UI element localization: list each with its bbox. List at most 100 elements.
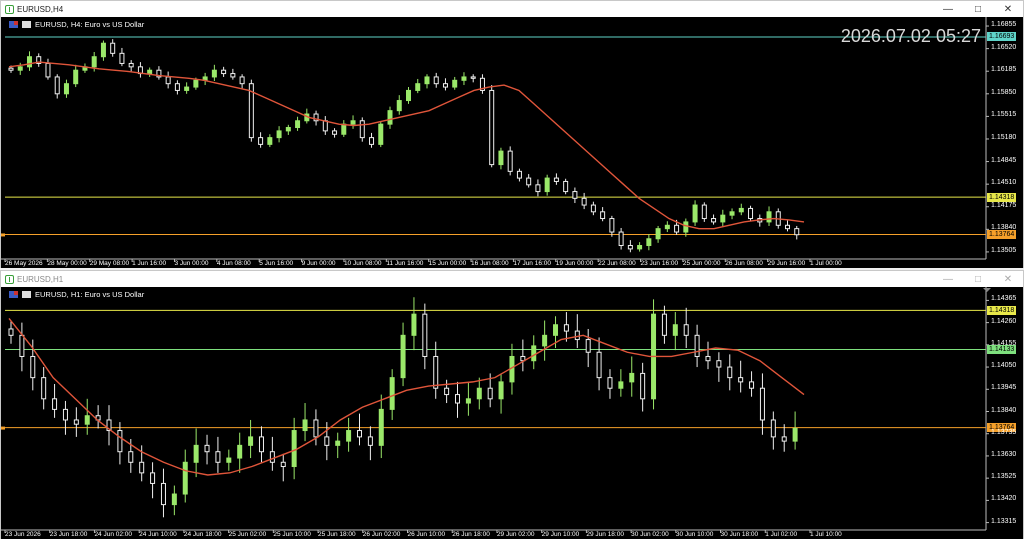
price-chart[interactable] bbox=[1, 17, 1023, 268]
window-title: EURUSD,H1 bbox=[17, 274, 64, 284]
candle-body bbox=[313, 419, 319, 438]
candle-body bbox=[738, 207, 744, 213]
candle-body bbox=[226, 457, 232, 463]
maximize-button[interactable]: □ bbox=[963, 1, 993, 17]
candle-body bbox=[461, 76, 467, 81]
window-titlebar[interactable]: EURUSD,H1 — □ ✕ bbox=[1, 271, 1023, 287]
candle-body bbox=[8, 67, 14, 71]
candle-body bbox=[215, 451, 221, 463]
candle-body bbox=[705, 355, 711, 362]
candle-body bbox=[387, 110, 393, 125]
candle-body bbox=[248, 436, 254, 446]
candle-body bbox=[581, 197, 587, 206]
price-tick-label: 1.16185 bbox=[991, 66, 1017, 74]
candle-body bbox=[442, 83, 448, 88]
price-marker bbox=[1, 233, 5, 237]
chart-canvas[interactable]: EURUSD, H1: Euro vs US Dollar 1.14318 1.1… bbox=[1, 287, 1023, 539]
candle-body bbox=[322, 120, 328, 132]
flag-icon bbox=[9, 291, 18, 298]
price-tick-label: 1.13315 bbox=[991, 517, 1017, 525]
time-tick-label: 1 Jul 02:00 bbox=[765, 531, 798, 538]
candle-body bbox=[792, 427, 798, 442]
time-tick-label: 1 Jul 00:00 bbox=[810, 260, 842, 267]
time-tick-label: 29 May 08:00 bbox=[89, 260, 130, 267]
price-tick-label: 1.15850 bbox=[991, 88, 1017, 96]
time-tick-label: 23 Jun 2026 bbox=[5, 531, 41, 538]
time-tick-label: 11 Jun 16:00 bbox=[386, 260, 424, 267]
candle-body bbox=[346, 430, 352, 442]
candle-body bbox=[535, 184, 541, 193]
candle-body bbox=[62, 408, 68, 421]
timeframe-icon bbox=[22, 21, 31, 28]
shift-marker-icon[interactable] bbox=[983, 288, 991, 292]
candle-body bbox=[701, 204, 707, 220]
candle-body bbox=[230, 73, 236, 78]
candle-body bbox=[193, 79, 199, 88]
candle-body bbox=[422, 313, 428, 357]
candle-body bbox=[674, 224, 680, 233]
candle-body bbox=[455, 394, 461, 404]
candle-body bbox=[302, 419, 308, 432]
candle-body bbox=[563, 324, 569, 332]
candle-body bbox=[406, 89, 411, 102]
candle-body bbox=[174, 83, 180, 91]
chart-header: EURUSD, H1: Euro vs US Dollar bbox=[9, 290, 144, 299]
window-titlebar[interactable]: EURUSD,H4 — □ ✕ bbox=[1, 1, 1023, 17]
close-button[interactable]: ✕ bbox=[993, 271, 1023, 287]
candle-body bbox=[683, 324, 689, 336]
candle-body bbox=[30, 355, 36, 379]
candle-body bbox=[184, 86, 190, 91]
time-tick-label: 24 Jun 18:00 bbox=[183, 531, 222, 538]
candle-body bbox=[73, 69, 79, 85]
candle-body bbox=[295, 120, 301, 129]
time-tick-label: 30 Jun 18:00 bbox=[720, 531, 759, 538]
price-tick-label: 1.16855 bbox=[991, 21, 1017, 29]
candle-body bbox=[221, 69, 227, 75]
time-tick-label: 17 Jun 16:00 bbox=[513, 260, 551, 267]
time-tick-label: 25 Jun 18:00 bbox=[318, 531, 356, 538]
time-tick-label: 22 Jun 08:00 bbox=[598, 260, 636, 267]
candle-body bbox=[563, 180, 569, 193]
candle-body bbox=[637, 245, 643, 250]
candle-body bbox=[100, 42, 106, 58]
candle-body bbox=[526, 177, 532, 186]
chart-icon bbox=[5, 4, 14, 14]
time-tick-label: 19 Jun 00:00 bbox=[555, 260, 594, 267]
time-tick-label: 30 Jun 02:00 bbox=[631, 531, 669, 538]
candle-body bbox=[193, 444, 199, 463]
time-tick-label: 25 Jun 00:00 bbox=[682, 260, 721, 267]
chart-window-h1[interactable]: EURUSD,H1 — □ ✕ EURUSD, H1: Euro vs US D… bbox=[0, 270, 1024, 539]
price-tick-label: 1.15180 bbox=[991, 133, 1017, 141]
candle-body bbox=[267, 137, 273, 145]
candle-body bbox=[91, 56, 97, 68]
candle-body bbox=[160, 482, 166, 506]
candle-body bbox=[237, 444, 243, 459]
candle-body bbox=[489, 89, 495, 166]
candle-body bbox=[692, 204, 698, 223]
price-tick-label: 1.13840 bbox=[991, 406, 1017, 414]
candle-body bbox=[711, 218, 717, 223]
candle-body bbox=[335, 440, 341, 446]
close-button[interactable]: ✕ bbox=[993, 1, 1023, 17]
level-price-badge: 1.16693 bbox=[987, 32, 1017, 42]
candle-body bbox=[110, 42, 116, 54]
time-tick-label: 5 Jun 16:00 bbox=[259, 260, 294, 267]
candle-body bbox=[8, 328, 14, 336]
candle-body bbox=[770, 419, 776, 438]
candle-body bbox=[574, 330, 580, 341]
price-tick-label: 1.14845 bbox=[991, 156, 1017, 164]
time-tick-label: 1 Jul 10:00 bbox=[810, 531, 842, 538]
candle-body bbox=[738, 377, 744, 383]
candle-body bbox=[369, 137, 375, 145]
candle-body bbox=[147, 69, 153, 75]
minimize-button[interactable]: — bbox=[933, 271, 963, 287]
maximize-button[interactable]: □ bbox=[963, 271, 993, 287]
candle-body bbox=[629, 372, 635, 383]
chart-canvas[interactable]: EURUSD, H4: Euro vs US Dollar 2026.07.02… bbox=[1, 17, 1023, 268]
minimize-button[interactable]: — bbox=[933, 1, 963, 17]
price-chart[interactable] bbox=[1, 287, 1023, 539]
candle-body bbox=[359, 120, 365, 139]
candle-body bbox=[367, 436, 373, 446]
chart-window-h4[interactable]: EURUSD,H4 — □ ✕ EURUSD, H4: Euro vs US D… bbox=[0, 0, 1024, 268]
time-tick-label: 24 Jun 10:00 bbox=[139, 531, 177, 538]
